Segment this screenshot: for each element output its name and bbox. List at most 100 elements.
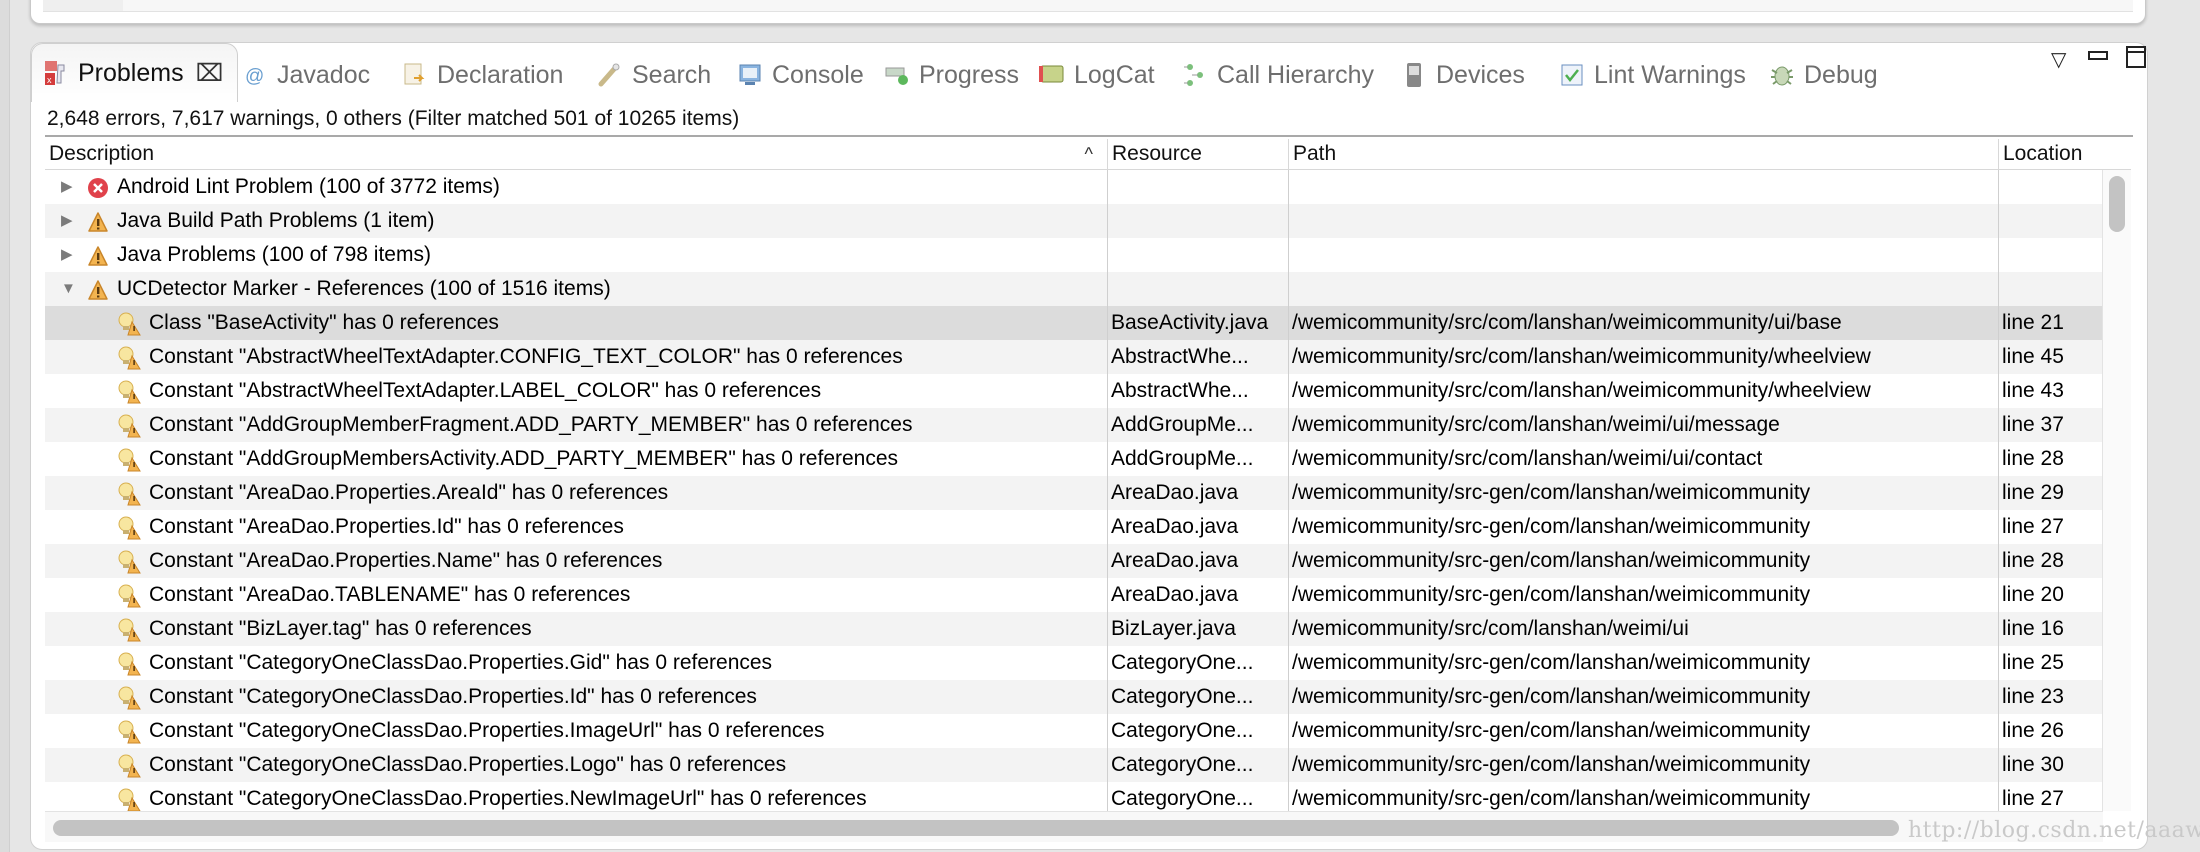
unused-reference-icon [117,584,141,608]
cell-description: Constant "AbstractWheelTextAdapter.LABEL… [149,379,822,402]
problem-group-row[interactable]: ▼ UCDetector Marker - References (100 of … [45,272,2103,306]
cell-location: line 26 [2002,719,2064,742]
cell-description: Constant "BizLayer.tag" has 0 references [149,617,532,640]
problem-group-row[interactable]: ▶ Java Build Path Problems (1 item) [45,204,2103,238]
scrollbar-thumb[interactable] [2109,176,2125,232]
problem-row[interactable]: Constant "AddGroupMemberFragment.ADD_PAR… [45,408,2103,442]
tab-lint-warnings[interactable]: Lint Warnings [1558,55,1746,95]
tab-console[interactable]: Console [736,55,864,95]
tab-devices[interactable]: Devices [1400,55,1525,95]
problems-summary: 2,648 errors, 7,617 warnings, 0 others (… [47,107,740,130]
unused-reference-icon [117,720,141,744]
search-icon [596,61,624,89]
editor-area[interactable] [43,0,2133,12]
call-hierarchy-icon [1181,61,1209,89]
cell-location: line 21 [2002,311,2064,334]
cell-location: line 27 [2002,515,2064,538]
view-tab-bar: x Problems ⌧ @ Javadoc Declaration Search Conso… [31,43,2147,102]
column-divider[interactable] [1288,170,1289,811]
tab-progress[interactable]: Progress [883,55,1019,95]
problem-row[interactable]: Constant "CategoryOneClassDao.Properties… [45,714,2103,748]
tab-javadoc[interactable]: @ Javadoc [241,55,370,95]
column-header-location[interactable]: Location [1998,139,2131,169]
tab-label: Declaration [437,60,564,89]
scrollbar-thumb[interactable] [53,820,1899,836]
tab-label: Javadoc [277,60,371,89]
tab-search[interactable]: Search [596,55,711,95]
cell-resource: CategoryOne... [1111,685,1254,708]
unused-reference-icon [117,380,141,404]
cell-path: /wemicommunity/src-gen/com/lanshan/weimi… [1292,719,1811,742]
unused-reference-icon [117,346,141,370]
maximize-icon [2126,46,2146,68]
cell-location: line 20 [2002,583,2064,606]
problem-row[interactable]: Constant "AbstractWheelTextAdapter.LABEL… [45,374,2103,408]
problem-row[interactable]: Constant "CategoryOneClassDao.Properties… [45,646,2103,680]
problems-table: Description ^ Resource Path Location ▶ An… [45,139,2131,811]
window-edge [0,0,10,852]
problem-row[interactable]: Constant "CategoryOneClassDao.Properties… [45,748,2103,782]
maximize-button[interactable] [2125,45,2147,75]
problem-row[interactable]: Class "BaseActivity" has 0 references Bas… [45,306,2103,340]
problem-group-row[interactable]: ▶ Java Problems (100 of 798 items) [45,238,2103,272]
expand-arrow-icon[interactable]: ▶ [61,170,73,204]
problems-icon: x [42,59,70,87]
cell-location: line 29 [2002,481,2064,504]
cell-description: Constant "AddGroupMembersActivity.ADD_PA… [149,447,899,470]
unused-reference-icon [117,550,141,574]
logcat-icon [1038,61,1066,89]
minimize-button[interactable] [2087,45,2109,68]
editor-gutter [43,0,123,11]
unused-reference-icon [117,652,141,676]
declaration-icon [401,61,429,89]
problem-row[interactable]: Constant "AbstractWheelTextAdapter.CONFI… [45,340,2103,374]
tab-logcat[interactable]: LogCat [1038,55,1155,95]
column-header-resource[interactable]: Resource [1107,139,1288,169]
cell-path: /wemicommunity/src/com/lanshan/weimi/ui/… [1292,447,1763,470]
problem-row[interactable]: Constant "CategoryOneClassDao.Properties… [45,782,2103,811]
close-tab-icon[interactable]: ⌧ [196,59,224,88]
cell-resource: AreaDao.java [1111,583,1239,606]
view-menu-button[interactable]: ▽ [2051,47,2066,72]
separator [45,135,2133,137]
unused-reference-icon [117,754,141,778]
horizontal-scrollbar[interactable] [45,811,2103,842]
cell-path: /wemicommunity/src/com/lanshan/weimi/ui [1292,617,1689,640]
problem-row[interactable]: Constant "BizLayer.tag" has 0 references… [45,612,2103,646]
problem-group-row[interactable]: ▶ Android Lint Problem (100 of 3772 items… [45,170,2103,204]
cell-location: line 27 [2002,787,2064,810]
column-divider[interactable] [1998,170,1999,811]
expand-arrow-icon[interactable]: ▶ [61,204,73,238]
vertical-scrollbar[interactable] [2102,170,2131,811]
cell-resource: AreaDao.java [1111,515,1239,538]
column-label: Description [49,142,155,165]
expand-arrow-icon[interactable]: ▶ [61,238,73,272]
problem-row[interactable]: Constant "AreaDao.TABLENAME" has 0 refer… [45,578,2103,612]
devices-icon [1400,61,1428,89]
collapse-arrow-icon[interactable]: ▼ [61,272,76,306]
warning-icon [87,278,109,300]
column-divider[interactable] [1107,170,1108,811]
tab-label: Console [772,60,864,89]
cell-resource: CategoryOne... [1111,719,1254,742]
problem-row[interactable]: Constant "AreaDao.Properties.Name" has 0… [45,544,2103,578]
cell-resource: BizLayer.java [1111,617,1236,640]
tab-problems[interactable]: x Problems ⌧ [31,43,239,102]
cell-resource: AreaDao.java [1111,481,1239,504]
group-label: Android Lint Problem (100 of 3772 items) [117,175,500,198]
tab-declaration[interactable]: Declaration [401,55,563,95]
column-header-path[interactable]: Path [1288,139,1998,169]
tab-debug[interactable]: Debug [1768,55,1878,95]
problem-row[interactable]: Constant "AreaDao.Properties.Id" has 0 r… [45,510,2103,544]
unused-reference-icon [117,618,141,642]
tab-label: Search [632,60,712,89]
problem-row[interactable]: Constant "AreaDao.Properties.AreaId" has… [45,476,2103,510]
cell-path: /wemicommunity/src/com/lanshan/weimicomm… [1292,345,1871,368]
unused-reference-icon [117,312,141,336]
column-header-description[interactable]: Description ^ [45,139,1107,169]
tab-call-hierarchy[interactable]: Call Hierarchy [1181,55,1374,95]
cell-location: line 23 [2002,685,2064,708]
problem-row[interactable]: Constant "AddGroupMembersActivity.ADD_PA… [45,442,2103,476]
cell-resource: AddGroupMe... [1111,413,1254,436]
problem-row[interactable]: Constant "CategoryOneClassDao.Properties… [45,680,2103,714]
